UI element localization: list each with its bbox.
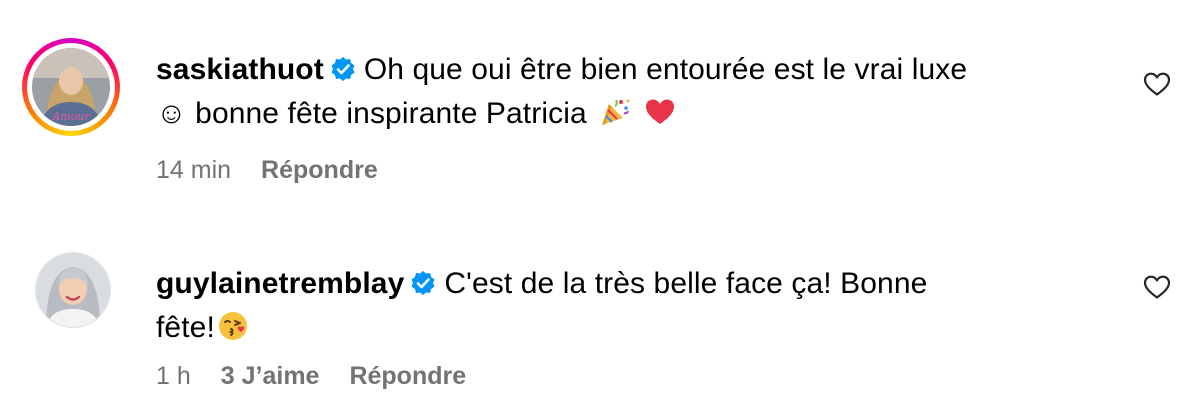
- kissing-face-icon: [217, 310, 249, 342]
- comment-timestamp[interactable]: 1 h: [156, 362, 191, 391]
- username-link[interactable]: guylainetremblay: [156, 267, 404, 300]
- red-heart-icon: [644, 96, 676, 128]
- like-heart-icon[interactable]: [1143, 274, 1171, 300]
- comment-text: guylainetremblay C'est de la très belle f…: [156, 262, 1116, 350]
- comment-text-line2: fête!: [156, 311, 215, 344]
- avatar[interactable]: [35, 252, 111, 328]
- comment-item: Amour saskiathuot Oh que oui être bien en…: [0, 0, 1200, 210]
- avatar[interactable]: Amour: [32, 48, 110, 126]
- comment-timestamp[interactable]: 14 min: [156, 156, 231, 185]
- avatar-image: [36, 253, 110, 327]
- comment-meta: 14 min Répondre: [156, 156, 378, 185]
- verified-badge-icon: [410, 270, 436, 296]
- reply-button[interactable]: Répondre: [261, 156, 378, 185]
- verified-badge-icon: [330, 56, 356, 82]
- avatar-image: Amour: [32, 48, 110, 126]
- comment-text-line2: bonne fête inspirante Patricia: [195, 97, 587, 130]
- smiley-glyph: ☺: [156, 97, 187, 130]
- comment-meta: 1 h 3 J’aime Répondre: [156, 362, 466, 391]
- likes-count-link[interactable]: 3 J’aime: [221, 362, 320, 391]
- comment-text: saskiathuot Oh que oui être bien entourée…: [156, 48, 1116, 136]
- reply-button[interactable]: Répondre: [349, 362, 466, 391]
- comment-text-line1: Oh que oui être bien entourée est le vra…: [363, 53, 968, 86]
- party-popper-icon: [599, 96, 631, 128]
- username-link[interactable]: saskiathuot: [156, 53, 324, 86]
- svg-text:Amour: Amour: [51, 110, 90, 123]
- comment-text-line1: C'est de la très belle face ça! Bonne: [444, 267, 928, 300]
- comment-item: guylainetremblay C'est de la très belle f…: [0, 230, 1200, 419]
- like-heart-icon[interactable]: [1143, 71, 1171, 97]
